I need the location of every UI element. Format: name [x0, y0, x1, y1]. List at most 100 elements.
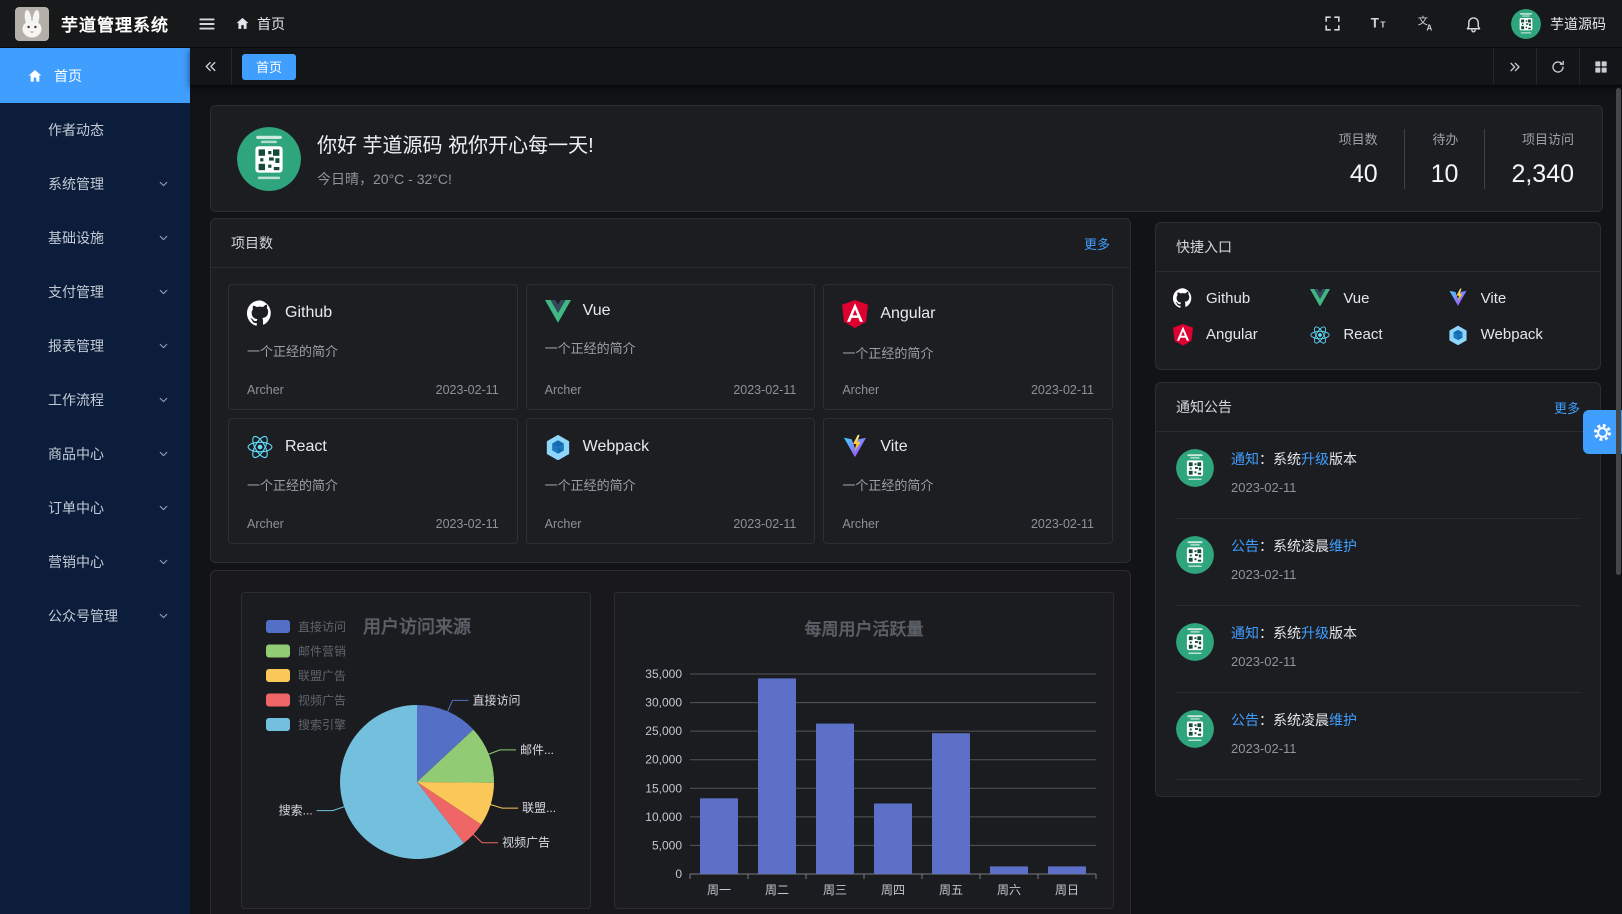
shortcut-react[interactable]: React	[1309, 324, 1446, 346]
svg-text:邮件...: 邮件...	[520, 743, 554, 757]
sidebar-item-label: 报表管理	[48, 336, 104, 356]
project-card-vite[interactable]: Vite一个正经的简介Archer2023-02-11	[823, 418, 1113, 544]
vue-icon	[545, 300, 571, 323]
sidebar-item-10[interactable]: 公众号管理	[0, 589, 190, 643]
project-card-vue[interactable]: Vue一个正经的简介Archer2023-02-11	[526, 284, 816, 410]
notice-item-1[interactable]: 公告：系统凌晨维护 2023-02-11	[1176, 519, 1580, 606]
layout-button[interactable]	[1579, 48, 1622, 85]
qr-avatar	[1176, 623, 1214, 661]
stat-value: 2,340	[1511, 160, 1574, 189]
greeting-avatar	[237, 127, 301, 191]
sidebar-item-5[interactable]: 报表管理	[0, 319, 190, 373]
projects-panel: 项目数 更多 Github一个正经的简介Archer2023-02-11Vue一…	[210, 218, 1131, 563]
main-content: 你好 芋道源码 祝你开心每一天! 今日晴，20°C - 32°C! 项目数40待…	[190, 86, 1622, 914]
sidebar-item-0[interactable]: 首页	[0, 48, 190, 103]
svg-text:视频广告: 视频广告	[298, 693, 346, 708]
svg-text:35,000: 35,000	[645, 667, 682, 681]
expand-tabs-button[interactable]	[1493, 48, 1536, 85]
shortcut-webpack[interactable]: Webpack	[1447, 324, 1584, 346]
sidebar-item-label: 作者动态	[48, 120, 104, 140]
chevron-down-icon	[157, 556, 170, 569]
project-card-angular[interactable]: Angular一个正经的简介Archer2023-02-11	[823, 284, 1113, 410]
project-date: 2023-02-11	[733, 517, 796, 531]
shortcuts-panel: 快捷入口 GithubVueVite AngularReact Webpack	[1155, 222, 1601, 370]
svg-text:10,000: 10,000	[645, 810, 682, 824]
notice-title-segment: ：系统凌晨	[1259, 538, 1329, 554]
sidebar-item-8[interactable]: 订单中心	[0, 481, 190, 535]
bell-icon[interactable]	[1464, 14, 1483, 33]
notice-title-segment: 通知	[1231, 625, 1259, 641]
sidebar-item-4[interactable]: 支付管理	[0, 265, 190, 319]
project-card-head: Vite	[842, 434, 1094, 460]
project-author: Archer	[545, 517, 582, 531]
sidebar-item-3[interactable]: 基础设施	[0, 211, 190, 265]
fullscreen-icon[interactable]	[1323, 14, 1342, 33]
weekly-active-users-bar-chart: 每周用户活跃量05,00010,00015,00020,00025,00030,…	[615, 593, 1113, 913]
project-description: 一个正经的简介	[545, 338, 797, 357]
shortcut-github[interactable]: Github	[1172, 288, 1309, 308]
notice-title: 公告：系统凌晨维护	[1231, 536, 1357, 556]
notice-item-3[interactable]: 公告：系统凌晨维护2023-02-11	[1176, 693, 1580, 780]
sidebar-item-7[interactable]: 商品中心	[0, 427, 190, 481]
projects-panel-header: 项目数 更多	[211, 219, 1130, 268]
project-card-react[interactable]: React一个正经的简介Archer2023-02-11	[228, 418, 518, 544]
greeting-title: 你好 芋道源码 祝你开心每一天!	[317, 129, 594, 158]
notice-title-segment: 维护	[1329, 712, 1357, 728]
projects-more-link[interactable]: 更多	[1084, 234, 1110, 253]
project-author: Archer	[842, 383, 879, 397]
project-card-head: Github	[247, 300, 499, 326]
user-menu[interactable]: 芋道源码	[1511, 9, 1606, 39]
notice-title-segment: ：系统	[1259, 625, 1301, 641]
notice-content: 通知：系统升级版本2023-02-11	[1231, 449, 1357, 518]
scrollbar[interactable]	[1616, 88, 1621, 575]
sidebar-item-label: 系统管理	[48, 174, 104, 194]
shortcut-angular[interactable]: Angular	[1172, 324, 1309, 346]
svg-text:用户访问来源: 用户访问来源	[363, 616, 471, 637]
sidebar-item-9[interactable]: 营销中心	[0, 535, 190, 589]
project-card-github[interactable]: Github一个正经的简介Archer2023-02-11	[228, 284, 518, 410]
language-icon[interactable]: 文A	[1417, 14, 1436, 33]
svg-text:周日: 周日	[1055, 883, 1079, 897]
project-card-head: Webpack	[545, 434, 797, 460]
notice-content: 公告：系统凌晨维护2023-02-11	[1231, 710, 1357, 779]
bar-chart-card: 每周用户活跃量05,00010,00015,00020,00025,00030,…	[614, 592, 1114, 909]
user-avatar	[1511, 9, 1541, 39]
project-footer: Archer 2023-02-11	[545, 517, 797, 531]
hamburger-icon[interactable]	[197, 14, 217, 34]
svg-text:T: T	[1380, 19, 1386, 29]
notices-more-link[interactable]: 更多	[1554, 398, 1580, 417]
refresh-button[interactable]	[1536, 48, 1579, 85]
notice-title-segment: ：系统凌晨	[1259, 712, 1329, 728]
shortcut-label: Webpack	[1481, 326, 1543, 343]
svg-text:0: 0	[675, 867, 682, 881]
projects-panel-title: 项目数	[231, 233, 273, 253]
notice-item-0[interactable]: 通知：系统升级版本2023-02-11	[1176, 432, 1580, 519]
shortcuts-panel-header: 快捷入口	[1156, 223, 1600, 272]
tab-item-0[interactable]: 首页	[242, 54, 296, 80]
sidebar-item-6[interactable]: 工作流程	[0, 373, 190, 427]
breadcrumb-label[interactable]: 首页	[257, 14, 285, 34]
notice-title: 公告：系统凌晨维护	[1231, 710, 1357, 730]
project-date: 2023-02-11	[1031, 517, 1094, 531]
react-icon	[1309, 325, 1331, 345]
user-access-source-pie-chart: 用户访问来源直接访问邮件营销联盟广告视频广告搜索引擎直接访问邮件...联盟...…	[242, 593, 590, 913]
project-author: Archer	[842, 517, 879, 531]
sidebar-item-1[interactable]: 作者动态	[0, 103, 190, 157]
font-size-icon[interactable]: TT	[1370, 14, 1389, 33]
tab-label: 首页	[256, 57, 282, 76]
project-card-webpack[interactable]: Webpack 一个正经的简介 Archer 2023-02-11	[526, 418, 816, 544]
notice-item-2[interactable]: 通知：系统升级版本2023-02-11	[1176, 606, 1580, 693]
notice-date: 2023-02-11	[1231, 567, 1357, 582]
angular-icon	[1172, 324, 1194, 346]
collapse-sidebar-button[interactable]	[190, 48, 232, 85]
project-name: Angular	[880, 305, 935, 323]
navbar-actions: TT 文A 芋道源码	[1323, 9, 1606, 39]
shortcut-vue[interactable]: Vue	[1309, 288, 1446, 308]
sidebar-item-2[interactable]: 系统管理	[0, 157, 190, 211]
tabs: 首页	[232, 48, 296, 85]
project-description: 一个正经的简介	[545, 475, 797, 494]
project-footer: Archer2023-02-11	[247, 383, 499, 397]
shortcut-vite[interactable]: Vite	[1447, 288, 1584, 308]
chevron-down-icon	[157, 178, 170, 191]
svg-text:15,000: 15,000	[645, 781, 682, 795]
